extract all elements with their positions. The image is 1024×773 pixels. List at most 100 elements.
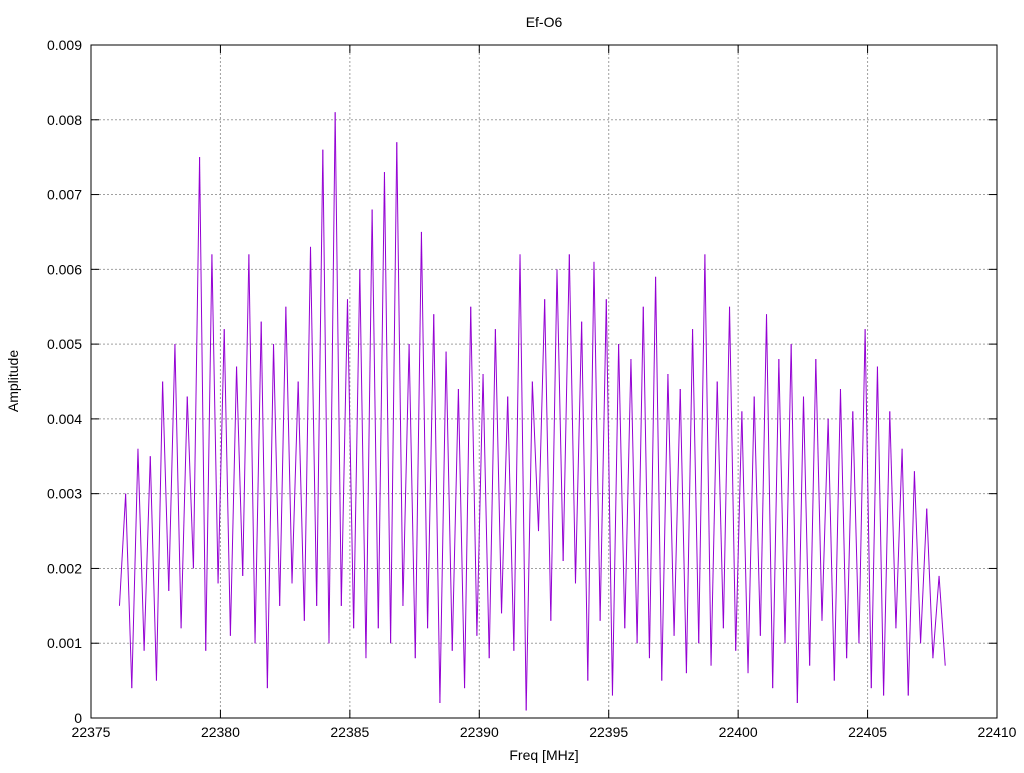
data-segment bbox=[168, 344, 176, 591]
data-segment bbox=[476, 374, 484, 636]
data-segment bbox=[642, 306, 650, 659]
data-segment bbox=[852, 411, 860, 644]
data-segment bbox=[186, 396, 194, 569]
series-ef-o6 bbox=[118, 112, 946, 711]
data-segment bbox=[599, 299, 607, 621]
data-segment bbox=[377, 172, 385, 629]
data-segment bbox=[408, 344, 416, 659]
data-segment bbox=[544, 299, 552, 621]
data-segment bbox=[494, 329, 503, 614]
data-segment bbox=[741, 411, 749, 674]
data-segment bbox=[433, 314, 441, 704]
y-tick-label: 0 bbox=[74, 710, 82, 726]
data-segment bbox=[439, 351, 447, 704]
data-segment bbox=[519, 254, 527, 711]
data-segment bbox=[451, 388, 459, 651]
data-segment bbox=[864, 329, 872, 689]
data-segment bbox=[402, 344, 410, 606]
data-segment bbox=[605, 299, 613, 696]
data-segment bbox=[248, 254, 256, 644]
y-axis-label: Amplitude bbox=[5, 350, 21, 412]
data-segment bbox=[784, 344, 792, 644]
chart: 22375 22380 22385 22390 22395 22400 22405 22410… bbox=[5, 14, 1017, 763]
data-segment bbox=[507, 396, 515, 651]
x-tick-label: 22385 bbox=[330, 724, 369, 740]
data-segment bbox=[538, 299, 546, 532]
data-segment bbox=[593, 261, 601, 621]
data-segment bbox=[266, 344, 275, 689]
y-tick-label: 0.008 bbox=[47, 112, 82, 128]
data-segment bbox=[242, 254, 250, 576]
data-segment bbox=[316, 149, 324, 606]
data-segment bbox=[346, 299, 355, 629]
data-segment bbox=[889, 411, 897, 629]
data-segment bbox=[223, 329, 231, 636]
data-segment bbox=[907, 471, 915, 696]
data-segment bbox=[729, 306, 737, 651]
x-tick-label: 22405 bbox=[848, 724, 887, 740]
data-segment bbox=[180, 396, 188, 629]
data-segment bbox=[464, 306, 472, 689]
data-segment bbox=[383, 172, 392, 644]
y-tick-label: 0.002 bbox=[47, 560, 82, 576]
data-segment bbox=[698, 254, 706, 644]
data-segment bbox=[525, 381, 533, 711]
data-segment bbox=[661, 374, 669, 681]
data-segment bbox=[556, 269, 564, 561]
data-segment bbox=[137, 448, 145, 651]
data-segment bbox=[199, 157, 207, 651]
data-segment bbox=[273, 344, 281, 606]
data-segment bbox=[673, 388, 681, 636]
data-segment bbox=[870, 366, 878, 689]
data-segment bbox=[759, 314, 768, 636]
data-segment bbox=[205, 254, 213, 651]
data-segment bbox=[488, 329, 496, 659]
data-segment bbox=[883, 411, 891, 696]
data-segment bbox=[174, 344, 182, 629]
data-segment bbox=[297, 381, 305, 621]
data-segment bbox=[704, 254, 712, 666]
data-segment bbox=[581, 321, 589, 681]
data-segment bbox=[531, 381, 540, 532]
data-segment bbox=[445, 351, 453, 651]
data-segment bbox=[359, 269, 367, 659]
data-segment bbox=[747, 396, 755, 674]
x-tick-label: 22390 bbox=[460, 724, 499, 740]
data-segment bbox=[920, 508, 928, 644]
data-segment bbox=[778, 359, 786, 644]
data-segment bbox=[470, 306, 478, 636]
data-segment bbox=[427, 314, 435, 629]
data-segment bbox=[753, 396, 761, 636]
y-tick-label: 0.009 bbox=[47, 37, 82, 53]
y-tick-label: 0.007 bbox=[47, 187, 82, 203]
data-segment bbox=[802, 396, 811, 666]
y-tick-label: 0.004 bbox=[47, 411, 82, 427]
data-segment bbox=[291, 381, 299, 584]
data-segment bbox=[796, 396, 804, 704]
data-segment bbox=[827, 418, 835, 681]
plot-border bbox=[90, 44, 998, 719]
data-segment bbox=[821, 418, 829, 621]
data-segment bbox=[396, 142, 404, 606]
data-segment bbox=[809, 359, 817, 666]
data-segment bbox=[722, 306, 731, 629]
data-segment bbox=[685, 329, 694, 674]
data-segment bbox=[679, 388, 687, 674]
data-segment bbox=[587, 261, 595, 681]
data-segment bbox=[236, 366, 244, 576]
data-segment bbox=[568, 254, 576, 584]
x-tick-label: 22380 bbox=[201, 724, 240, 740]
data-segment bbox=[648, 276, 657, 659]
data-segment bbox=[574, 321, 583, 584]
data-segment bbox=[926, 508, 934, 659]
data-segment bbox=[655, 276, 663, 681]
data-segment bbox=[501, 396, 509, 614]
data-segment bbox=[334, 112, 342, 606]
data-segment bbox=[772, 359, 780, 689]
data-segment bbox=[876, 366, 885, 696]
x-axis-label: Freq [MHz] bbox=[509, 747, 578, 763]
data-segment bbox=[365, 209, 373, 659]
data-segment bbox=[766, 314, 774, 689]
data-segment bbox=[143, 456, 151, 651]
data-segment bbox=[667, 374, 675, 636]
